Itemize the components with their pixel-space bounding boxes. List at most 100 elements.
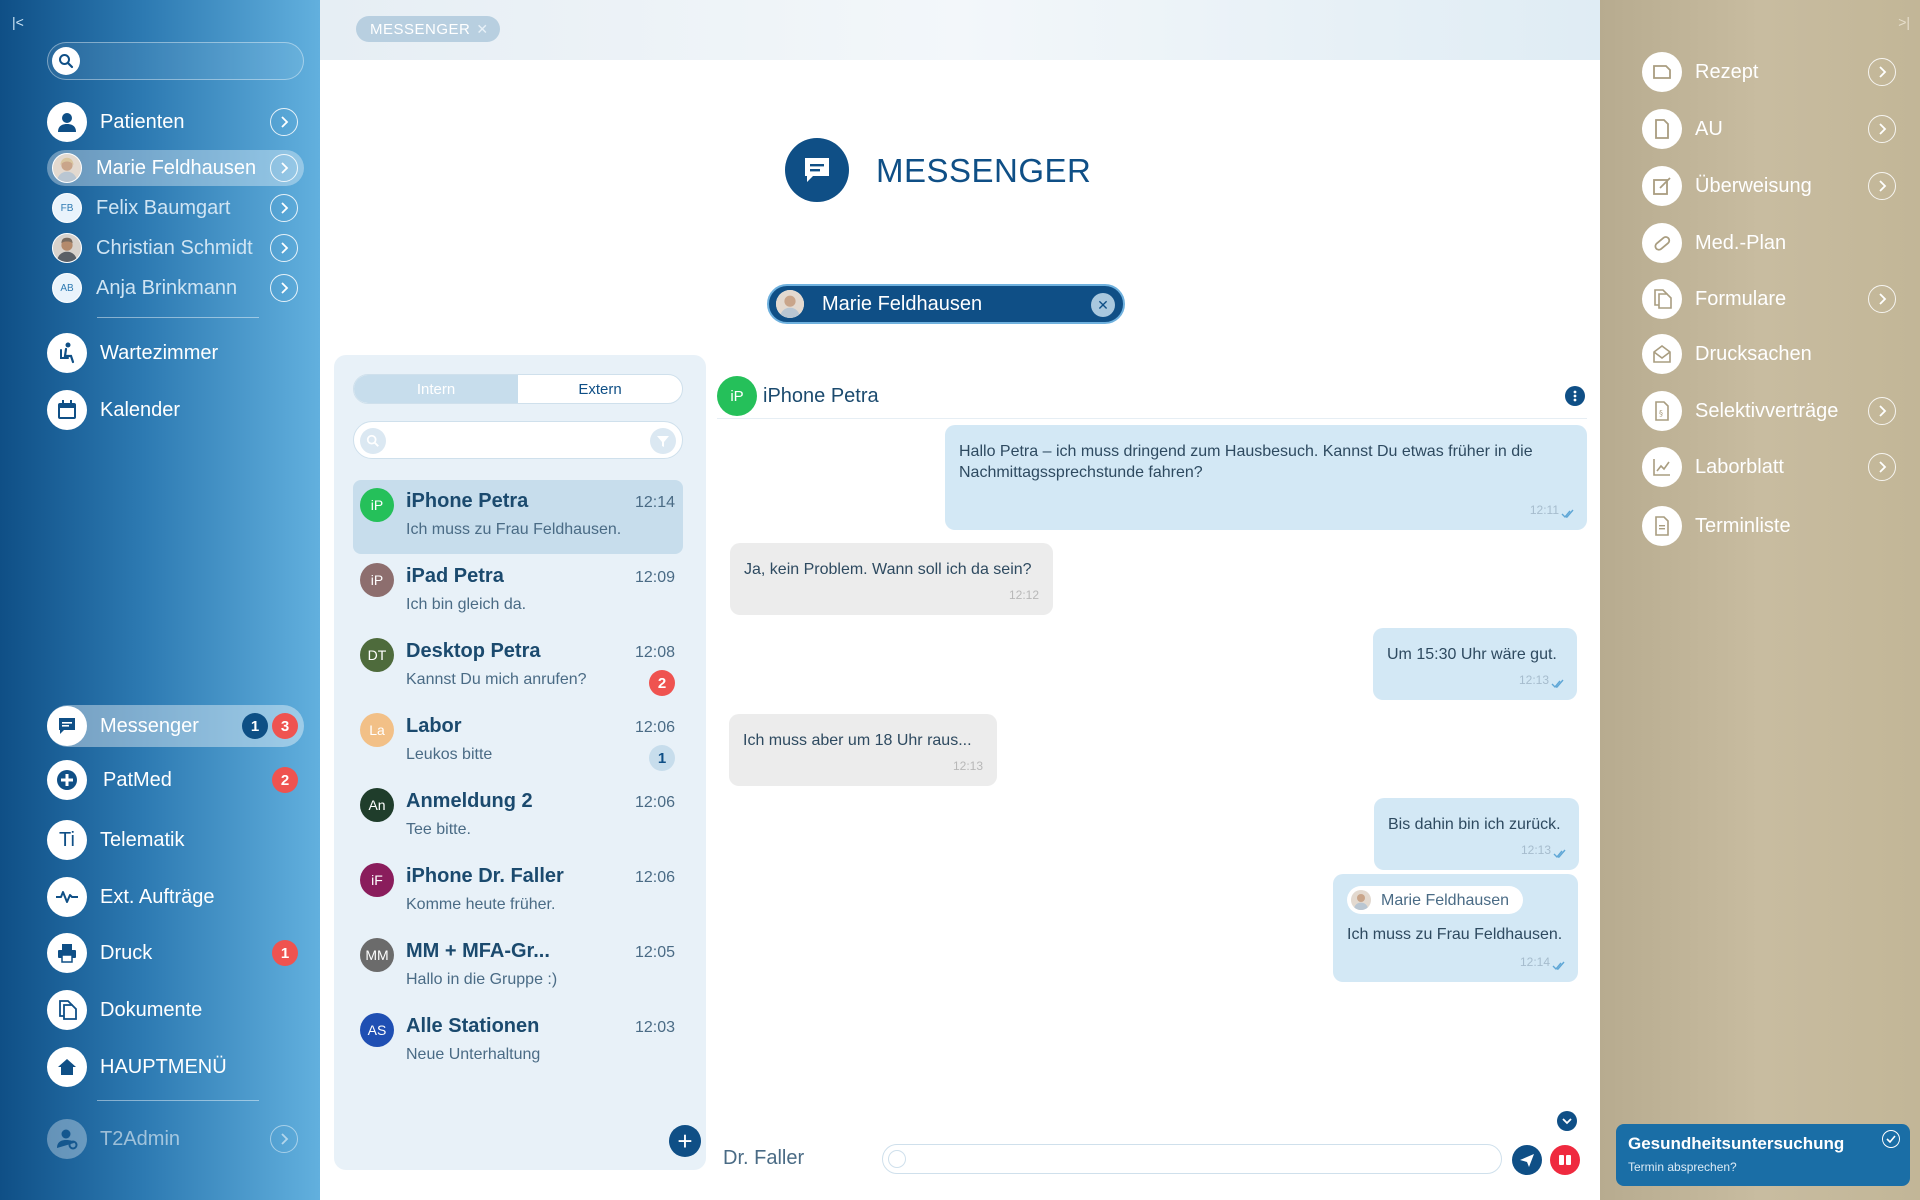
record-button[interactable] — [1550, 1145, 1580, 1175]
conversation-search-input[interactable] — [353, 421, 683, 459]
conversation-list: Intern Extern iP iPhone Petra 12:14 Ich … — [334, 355, 706, 1170]
selected-patient-chip[interactable]: Marie Feldhausen ✕ — [767, 284, 1125, 324]
nav-messenger[interactable]: Messenger 1 3 — [47, 705, 304, 747]
action-au[interactable]: AU — [1642, 108, 1902, 150]
nav-wartezimmer[interactable]: Wartezimmer — [47, 332, 304, 374]
chevron-right-icon[interactable] — [270, 108, 298, 136]
patient-item-felix-baumgart[interactable]: FB Felix Baumgart — [47, 190, 304, 226]
nav-ext-auftraege[interactable]: Ext. Aufträge — [47, 876, 304, 918]
new-conversation-button[interactable]: + — [669, 1125, 701, 1157]
check-icon[interactable] — [1882, 1130, 1900, 1148]
divider — [97, 1100, 259, 1101]
unread-badge: 1 — [649, 745, 675, 771]
nav-patienten[interactable]: Patienten — [47, 101, 304, 143]
message-time: 12:12 — [1008, 588, 1039, 602]
emoji-icon[interactable] — [888, 1150, 906, 1168]
action-med-plan[interactable]: Med.-Plan — [1642, 222, 1902, 264]
notification-toast[interactable]: Gesundheitsuntersuchung Termin abspreche… — [1616, 1124, 1910, 1186]
chevron-right-icon[interactable] — [270, 154, 298, 182]
tab-extern[interactable]: Extern — [518, 375, 682, 403]
nav-patmed[interactable]: PatMed 2 — [47, 759, 304, 801]
nav-label: Kalender — [100, 398, 181, 421]
svg-text:§: § — [1659, 409, 1663, 418]
chevron-right-icon[interactable] — [270, 1125, 298, 1153]
nav-druck[interactable]: Druck 1 — [47, 932, 304, 974]
forms-icon — [1642, 279, 1682, 319]
chevron-right-icon[interactable] — [270, 234, 298, 262]
double-check-icon — [1561, 509, 1574, 519]
message-time: 12:08 — [634, 644, 675, 661]
person-icon — [47, 102, 87, 142]
action-laborblatt[interactable]: Laborblatt — [1642, 446, 1902, 488]
message-time: 12:13 — [1518, 673, 1549, 687]
chevron-right-icon[interactable] — [1868, 453, 1896, 481]
conversation-item[interactable]: iP iPhone Petra 12:14 Ich muss zu Frau F… — [353, 480, 683, 554]
scroll-down-icon[interactable] — [1557, 1111, 1577, 1131]
patient-item-anja-brinkmann[interactable]: AB Anja Brinkmann — [47, 270, 304, 306]
nav-hauptmenue[interactable]: HAUPTMENÜ — [47, 1046, 304, 1088]
patient-item-marie-feldhausen[interactable]: Marie Feldhausen — [47, 150, 304, 186]
action-label: AU — [1695, 117, 1723, 140]
action-rezept[interactable]: Rezept — [1642, 51, 1902, 93]
nav-dokumente[interactable]: Dokumente — [47, 989, 304, 1031]
tab-intern[interactable]: Intern — [354, 375, 518, 403]
message-input[interactable] — [882, 1144, 1502, 1174]
action-formulare[interactable]: Formulare — [1642, 278, 1902, 320]
message-time: 12:14 — [634, 494, 675, 511]
conversation-item[interactable]: MM MM + MFA-Gr... 12:05 Hallo in die Gru… — [353, 930, 683, 1004]
home-icon — [47, 1047, 87, 1087]
filter-icon[interactable] — [650, 428, 676, 454]
action-ueberweisung[interactable]: Überweisung — [1642, 165, 1902, 207]
sidebar-search-input[interactable] — [47, 42, 304, 80]
conversation-item[interactable]: iF iPhone Dr. Faller 12:06 Komme heute f… — [353, 855, 683, 929]
chevron-right-icon[interactable] — [1868, 172, 1896, 200]
medical-plus-icon — [47, 760, 87, 800]
conversation-item[interactable]: DT Desktop Petra 12:08 Kannst Du mich an… — [353, 630, 683, 704]
close-icon[interactable]: ✕ — [476, 21, 488, 38]
avatar: DT — [360, 638, 394, 672]
conversation-item[interactable]: La Labor 12:06 Leukos bitte 1 — [353, 705, 683, 779]
chevron-right-icon[interactable] — [1868, 397, 1896, 425]
chevron-right-icon[interactable] — [270, 274, 298, 302]
action-selektivvertraege[interactable]: § Selektivverträge — [1642, 390, 1902, 432]
last-message: Neue Unterhaltung — [406, 1046, 541, 1063]
avatar: iP — [360, 488, 394, 522]
avatar: An — [360, 788, 394, 822]
patient-name: Felix Baumgart — [96, 196, 231, 219]
avatar: iP — [717, 376, 757, 416]
message-time: 12:09 — [634, 569, 675, 586]
chevron-right-icon[interactable] — [1868, 58, 1896, 86]
action-terminliste[interactable]: Terminliste — [1642, 505, 1902, 547]
last-message: Ich bin gleich da. — [406, 596, 527, 613]
nav-kalender[interactable]: Kalender — [47, 389, 304, 431]
patient-tag-chip[interactable]: Marie Feldhausen — [1347, 886, 1524, 914]
messenger-icon — [785, 138, 849, 202]
tab-messenger[interactable]: MESSENGER ✕ — [356, 16, 500, 42]
intern-extern-toggle: Intern Extern — [353, 374, 683, 404]
conversation-item[interactable]: An Anmeldung 2 12:06 Tee bitte. — [353, 780, 683, 854]
action-drucksachen[interactable]: Drucksachen — [1642, 333, 1902, 375]
clear-patient-icon[interactable]: ✕ — [1091, 293, 1115, 317]
nav-label: PatMed — [103, 768, 172, 791]
chevron-right-icon[interactable] — [1868, 285, 1896, 313]
chevron-right-icon[interactable] — [1868, 115, 1896, 143]
nav-telematik[interactable]: Ti Telematik — [47, 819, 304, 861]
chevron-right-icon[interactable] — [270, 194, 298, 222]
collapse-right-icon[interactable]: >| — [1898, 14, 1910, 30]
last-message: Komme heute früher. — [406, 896, 556, 913]
nav-label: Druck — [100, 941, 153, 964]
message-time: 12:06 — [634, 719, 675, 736]
conversation-item[interactable]: iP iPad Petra 12:09 Ich bin gleich da. — [353, 555, 683, 629]
contact-name: iPhone Petra — [406, 490, 529, 512]
more-options-icon[interactable] — [1565, 386, 1585, 406]
send-button[interactable] — [1512, 1145, 1542, 1175]
message-time: 12:11 — [1529, 503, 1559, 517]
unread-badge: 1 — [242, 713, 268, 739]
patient-item-christian-schmidt[interactable]: Christian Schmidt — [47, 230, 304, 266]
collapse-left-icon[interactable]: |< — [12, 14, 24, 30]
action-label: Terminliste — [1695, 514, 1791, 537]
nav-user[interactable]: T2Admin — [47, 1118, 304, 1160]
double-check-icon — [1552, 961, 1565, 971]
conversation-item[interactable]: AS Alle Stationen 12:03 Neue Unterhaltun… — [353, 1005, 683, 1079]
message-outgoing: Hallo Petra – ich muss dringend zum Haus… — [945, 425, 1587, 530]
